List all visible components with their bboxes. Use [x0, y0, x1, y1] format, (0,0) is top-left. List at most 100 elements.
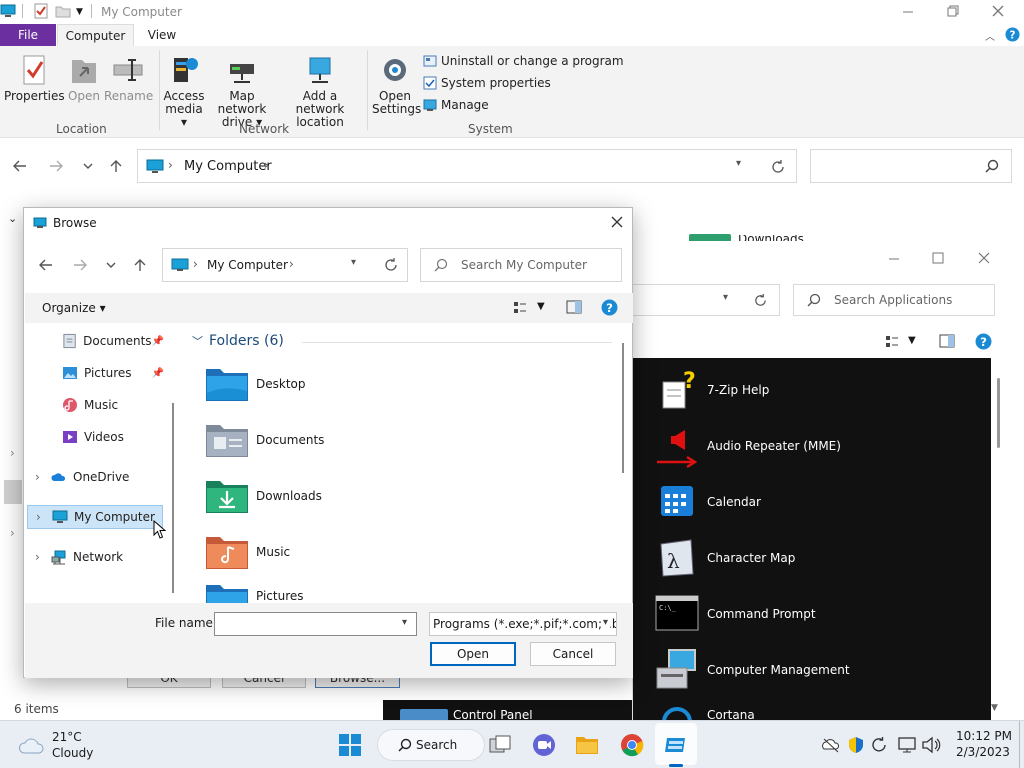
view-options-icon[interactable] [885, 335, 899, 349]
chrome-icon[interactable] [620, 733, 644, 757]
forward-arrow-icon[interactable] [48, 158, 64, 174]
recent-dropdown-icon[interactable] [103, 257, 119, 273]
restore-icon[interactable] [945, 3, 961, 19]
preview-pane-icon[interactable] [566, 300, 582, 314]
dialog-breadcrumb-my-computer[interactable]: My Computer [207, 258, 288, 272]
qa-dropdown-icon[interactable]: ▼ [76, 7, 83, 17]
tab-file[interactable]: File [0, 24, 56, 46]
scroll-down-icon[interactable]: ▼ [991, 703, 998, 713]
scrollbar-thumb[interactable] [997, 378, 1000, 448]
app-item-character-map[interactable]: λ Character Map [653, 530, 795, 586]
taskbar-search-button[interactable]: Search [377, 729, 485, 761]
tab-view[interactable]: View [140, 24, 184, 46]
add-network-location-button[interactable]: Add a network location [280, 54, 360, 129]
content-scrollbar[interactable] [622, 343, 624, 473]
close-icon[interactable] [977, 251, 991, 265]
volume-icon[interactable] [921, 736, 941, 754]
search-box[interactable] [810, 149, 1012, 183]
minimize-icon[interactable] [900, 3, 916, 19]
close-icon[interactable] [609, 214, 625, 230]
ribbon-collapse-icon[interactable]: ︿ [985, 28, 995, 43]
up-arrow-icon[interactable] [132, 257, 148, 273]
preview-pane-icon[interactable] [939, 334, 955, 348]
folder-documents[interactable]: Documents [204, 415, 324, 465]
refresh-icon[interactable] [753, 293, 768, 308]
folder-desktop[interactable]: Desktop [204, 359, 306, 409]
open-button[interactable]: Open [66, 54, 102, 103]
folder-pictures[interactable]: Pictures [204, 581, 304, 603]
folder-music[interactable]: Music [204, 527, 290, 577]
view-options-icon[interactable] [513, 301, 527, 315]
folder-downloads[interactable]: Downloads [204, 471, 322, 521]
new-folder-icon[interactable] [55, 3, 71, 19]
tree-expand-icon[interactable]: › [35, 550, 51, 564]
open-settings-button[interactable]: Open Settings [372, 54, 421, 116]
apps-address-bar[interactable]: ▾ [633, 284, 780, 316]
address-bar[interactable]: › My Computer › ▾ [137, 149, 797, 183]
properties-check-icon[interactable] [33, 3, 49, 19]
file-name-input[interactable] [214, 612, 417, 636]
tree-scrollbar[interactable] [172, 403, 174, 593]
clock-time[interactable]: 10:12 PM [956, 729, 1012, 743]
pin-icon[interactable]: 📌 [152, 368, 164, 379]
address-dropdown-icon[interactable]: ▾ [351, 257, 356, 268]
forward-arrow-icon[interactable] [72, 257, 88, 273]
view-dropdown-icon[interactable]: ▼ [908, 335, 916, 346]
file-name-dropdown-icon[interactable]: ▾ [402, 617, 407, 628]
weather-cloud-icon[interactable] [18, 734, 46, 756]
tree-item-documents[interactable]: Documents 📌 [62, 329, 164, 353]
computer-icon[interactable] [0, 3, 16, 19]
tree-expand-icon[interactable]: › [36, 510, 52, 524]
back-arrow-icon[interactable] [12, 158, 28, 174]
pane-collapse-icon[interactable]: ⌄ [8, 212, 17, 225]
dialog-search-box[interactable]: Search My Computer [420, 248, 622, 282]
network-offline-icon[interactable] [822, 737, 840, 753]
refresh-icon[interactable] [770, 159, 786, 175]
apps-search-box[interactable]: Search Applications [793, 284, 995, 316]
minimize-icon[interactable] [887, 251, 901, 265]
teams-chat-icon[interactable] [532, 733, 556, 757]
help-icon[interactable]: ? [975, 333, 992, 350]
breadcrumb-chevron-icon[interactable]: › [289, 257, 294, 271]
show-desktop-button[interactable] [1019, 721, 1020, 768]
maximize-icon[interactable] [931, 251, 945, 265]
address-dropdown-icon[interactable]: ▾ [736, 158, 741, 169]
weather-temperature[interactable]: 21°C [52, 730, 82, 744]
app-item-calendar[interactable]: Calendar [653, 474, 761, 530]
tab-computer[interactable]: Computer [57, 24, 134, 46]
app-item-cortana[interactable]: Cortana [653, 698, 755, 720]
clock-date[interactable]: 2/3/2023 [956, 745, 1010, 759]
app-item-command-prompt[interactable]: C:\_ Command Prompt [653, 586, 816, 642]
breadcrumb-chevron-icon[interactable]: › [264, 158, 269, 172]
file-type-dropdown-icon[interactable]: ▾ [601, 617, 611, 628]
dialog-address-bar[interactable]: › My Computer › ▾ [162, 248, 408, 282]
tree-item-music[interactable]: Music [62, 393, 118, 417]
rename-button[interactable]: Rename [104, 54, 153, 103]
sync-refresh-icon[interactable] [870, 736, 888, 754]
tree-item-network[interactable]: › Network [35, 545, 123, 569]
breadcrumb-my-computer[interactable]: My Computer [184, 159, 272, 174]
weather-description[interactable]: Cloudy [52, 746, 93, 760]
windows-start-icon[interactable] [338, 733, 362, 757]
tree-item-pictures[interactable]: Pictures 📌 [62, 361, 164, 385]
tree-expand-icon[interactable]: › [35, 470, 51, 484]
collapse-icon[interactable]: ﹀ [192, 333, 203, 349]
tree-item-videos[interactable]: Videos [62, 425, 124, 449]
apps-scrollbar[interactable]: ▼ [991, 358, 1024, 720]
pin-icon[interactable]: 📌 [152, 336, 164, 347]
app-item-audio-repeater[interactable]: Audio Repeater (MME) [653, 418, 841, 474]
close-icon[interactable] [990, 3, 1006, 19]
system-properties-button[interactable]: System properties [423, 76, 551, 90]
recent-dropdown-icon[interactable] [80, 158, 96, 174]
cancel-button[interactable]: Cancel [530, 642, 616, 666]
open-button[interactable]: Open [430, 642, 516, 666]
access-media-button[interactable]: Access media ▾ [162, 54, 206, 129]
back-arrow-icon[interactable] [38, 257, 54, 273]
app-item-computer-management[interactable]: Computer Management [653, 642, 850, 698]
manage-button[interactable]: Manage [423, 98, 489, 112]
help-icon[interactable]: ? [1005, 27, 1020, 42]
folders-group-header[interactable]: ﹀ Folders (6) [192, 333, 284, 349]
uninstall-program-button[interactable]: Uninstall or change a program [423, 54, 624, 68]
organize-button[interactable]: Organize ▾ [42, 301, 106, 315]
app-window-icon[interactable] [664, 733, 688, 757]
